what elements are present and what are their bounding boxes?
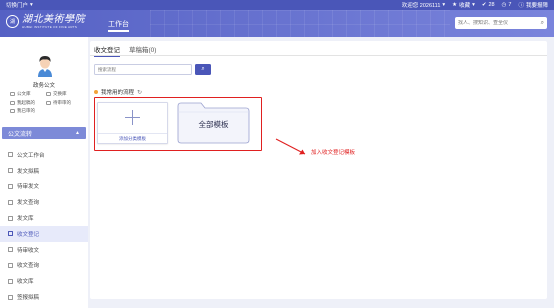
top-utility-bar: 切换门户 ▾ 欢迎您 2026111 ▾ ★ 收藏 ▾ ✔ 28 ◷ 7 ⓘ 我…	[0, 0, 554, 10]
edit-icon	[10, 100, 15, 105]
chevron-up-icon: ▲	[75, 130, 80, 136]
sidebar-menu: 公文工作台 发文拟稿 待审发文 发文查询 发文库 收文登记 待审收文 收文查询 …	[0, 147, 88, 305]
star-icon: ★	[452, 2, 458, 8]
check-circle-icon: ✔	[481, 2, 487, 8]
user-icon	[46, 100, 51, 105]
folder-icon	[8, 278, 13, 284]
tab-divider	[90, 55, 547, 56]
chevron-down-icon: ▾	[30, 2, 33, 8]
common-processes-title: 我常用的流程	[101, 90, 135, 96]
chevron-down-icon: ▾	[472, 2, 475, 8]
exchange-icon	[46, 92, 51, 96]
quick-links: 公文库 交换库 我起稿的 待审审的 我已审的	[10, 91, 82, 114]
process-search-button[interactable]: ⌕	[195, 64, 211, 75]
quick-link-reviewed[interactable]: 我已审的	[10, 108, 46, 114]
welcome-text[interactable]: 欢迎您 2026111 ▾	[402, 1, 445, 9]
process-search[interactable]	[94, 64, 192, 75]
help-circle-icon: ⓘ	[518, 3, 524, 9]
school-name-en: HUBEI INSTITUTE OF FINE ARTS	[22, 25, 78, 29]
global-search[interactable]: ⌕	[455, 17, 547, 29]
global-search-input[interactable]	[458, 20, 534, 26]
messages-counter[interactable]: ✔ 28	[482, 2, 495, 8]
search-icon	[8, 262, 13, 268]
folder-icon	[10, 92, 15, 96]
grid-icon	[8, 152, 13, 158]
edit-icon	[8, 168, 13, 174]
sidebar-section-document-flow[interactable]: 公文流转 ▲	[2, 127, 86, 139]
annotation-arrow-icon	[275, 138, 306, 155]
chevron-down-icon: ▾	[442, 2, 446, 8]
quick-link-document-library[interactable]: 公文库	[10, 91, 46, 97]
folder-icon	[8, 215, 13, 221]
sidebar-item-draft-report[interactable]: 签报拟稿	[0, 289, 88, 305]
school-name-cn: 湖北美術學院	[22, 14, 85, 25]
search-icon[interactable]: ⌕	[541, 20, 544, 27]
quick-link-exchange-library[interactable]: 交换库	[46, 91, 82, 97]
edit-icon	[8, 294, 13, 300]
sidebar-item-incoming-library[interactable]: 收文库	[0, 273, 88, 289]
school-logo[interactable]: 湖 湖北美術學院 HUBEI INSTITUTE OF FINE ARTS	[6, 14, 85, 29]
favorites-menu[interactable]: ★ 收藏 ▾	[452, 1, 475, 9]
sidebar-item-outgoing-library[interactable]: 发文库	[0, 210, 88, 226]
document-icon	[8, 231, 13, 237]
quick-link-my-drafts[interactable]: 我起稿的	[10, 100, 46, 106]
sidebar-item-incoming-registration[interactable]: 收文登记	[0, 225, 88, 242]
process-search-input[interactable]	[98, 67, 188, 72]
feedback-link[interactable]: ⓘ 我要报障	[518, 1, 548, 9]
school-seal-icon: 湖	[6, 15, 19, 28]
clipboard-icon	[8, 183, 13, 189]
portal-switch-label: 切换门户	[6, 3, 29, 9]
tab-workspace[interactable]: 工作台	[108, 19, 129, 32]
user-name: 政务公文	[32, 83, 55, 89]
todo-counter[interactable]: ◷ 7	[502, 2, 512, 8]
refresh-icon[interactable]: ↻	[137, 89, 142, 96]
search-icon: ⌕	[201, 66, 205, 72]
avatar	[34, 53, 56, 77]
document-icon	[10, 109, 15, 113]
annotation-text: 加入收文登记模板	[311, 150, 356, 156]
clock-icon: ◷	[501, 2, 507, 8]
clipboard-icon	[8, 247, 13, 253]
sidebar-item-document-workbench[interactable]: 公文工作台	[0, 147, 88, 163]
main-panel: 收文登记 草稿箱(0) ⌕ 我常用的流程 ↻	[90, 41, 547, 299]
sidebar-item-pending-incoming[interactable]: 待审收文	[0, 242, 88, 258]
sidebar-item-outgoing-query[interactable]: 发文查询	[0, 194, 88, 210]
header-decoration	[150, 10, 450, 37]
status-dot-icon	[94, 90, 98, 94]
common-processes-header: 我常用的流程 ↻	[94, 88, 142, 96]
portal-switch[interactable]: 切换门户 ▾	[6, 1, 33, 9]
quick-link-pending-review[interactable]: 待审审的	[46, 100, 82, 106]
search-icon	[8, 199, 13, 205]
header-banner: 湖 湖北美術學院 HUBEI INSTITUTE OF FINE ARTS 工作…	[0, 10, 554, 37]
sidebar-item-pending-outgoing[interactable]: 待审发文	[0, 179, 88, 195]
sidebar-item-draft-outgoing[interactable]: 发文拟稿	[0, 163, 88, 179]
sidebar-item-incoming-query[interactable]: 收文查询	[0, 258, 88, 274]
sidebar: 政务公文 公文库 交换库 我起稿的 待审审的 我已审的 公文流转 ▲ 公文工作台…	[0, 37, 88, 308]
annotation-highlight-box	[94, 97, 262, 151]
